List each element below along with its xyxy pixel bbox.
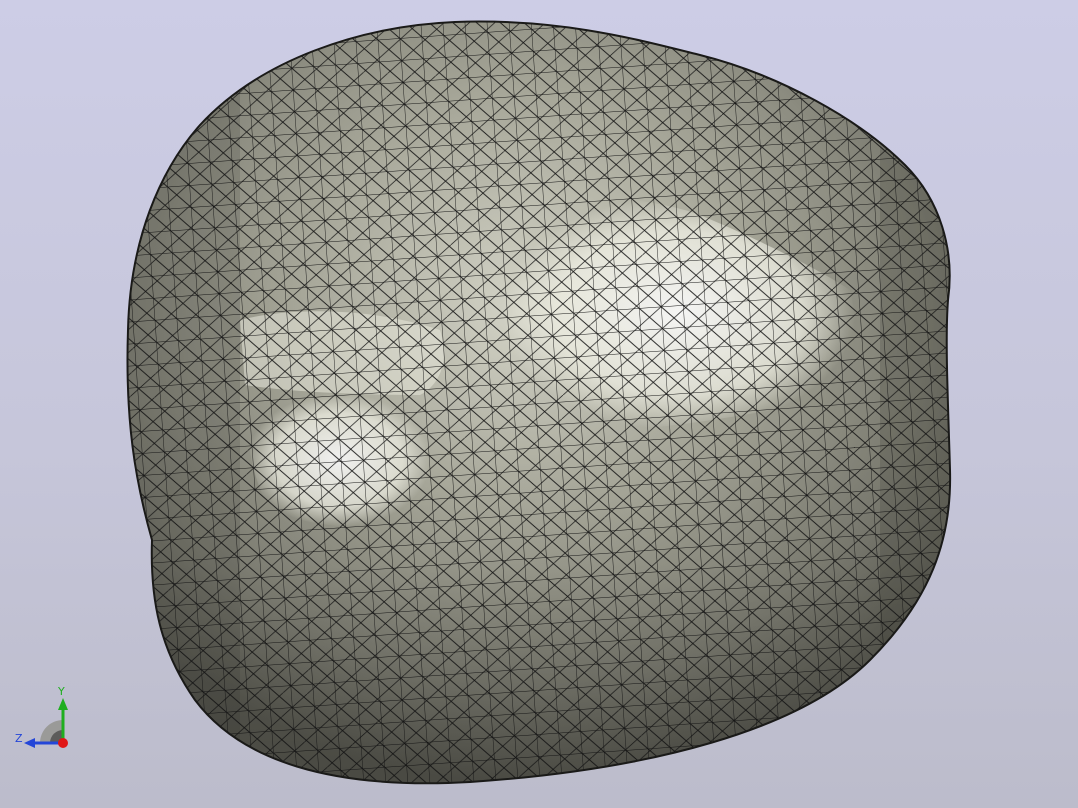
y-axis-label: Y [58, 685, 65, 698]
mesh-model[interactable] [0, 0, 1078, 808]
z-axis-label: Z [15, 732, 23, 745]
3d-viewport[interactable]: Y Z [0, 0, 1078, 808]
axis-triad: Y Z [10, 686, 74, 752]
